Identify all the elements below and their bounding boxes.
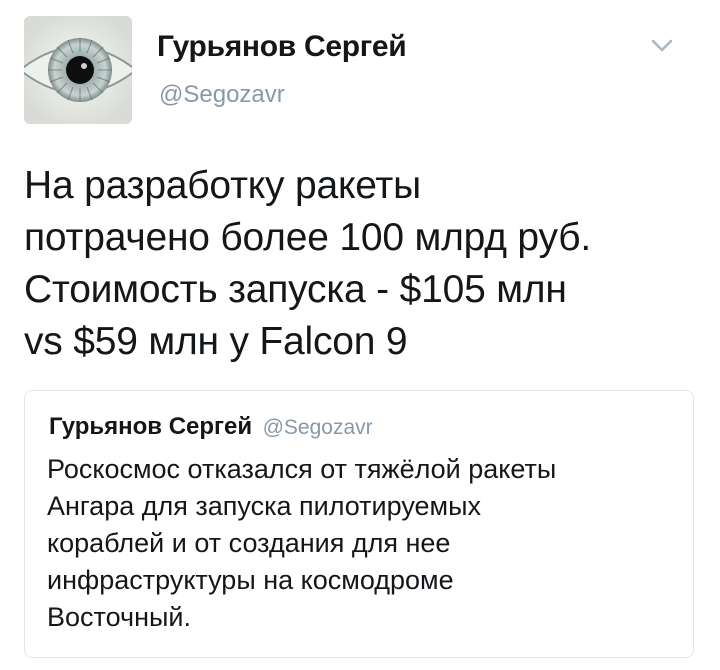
author-name[interactable]: Гурьянов Сергей	[157, 30, 407, 64]
quoted-tweet[interactable]: Гурьянов Сергей @Segozavr Роскосмос отка…	[24, 390, 694, 658]
chevron-down-icon[interactable]	[648, 34, 676, 56]
avatar[interactable]	[24, 16, 132, 124]
quoted-tweet-text: Роскосмос отказался от тяжёлой ракеты Ан…	[47, 454, 557, 632]
tweet-text: На разработку ракеты потрачено более 100…	[24, 164, 591, 363]
quoted-author-handle: @Segozavr	[262, 416, 373, 439]
author-handle[interactable]: @Segozavr	[159, 81, 285, 109]
quoted-tweet-header: Гурьянов Сергей @Segozavr	[49, 413, 373, 441]
quoted-author-name: Гурьянов Сергей	[49, 413, 253, 440]
tweet-card: Гурьянов Сергей @Segozavr На разработку …	[0, 0, 720, 670]
eye-avatar-icon	[24, 16, 132, 124]
